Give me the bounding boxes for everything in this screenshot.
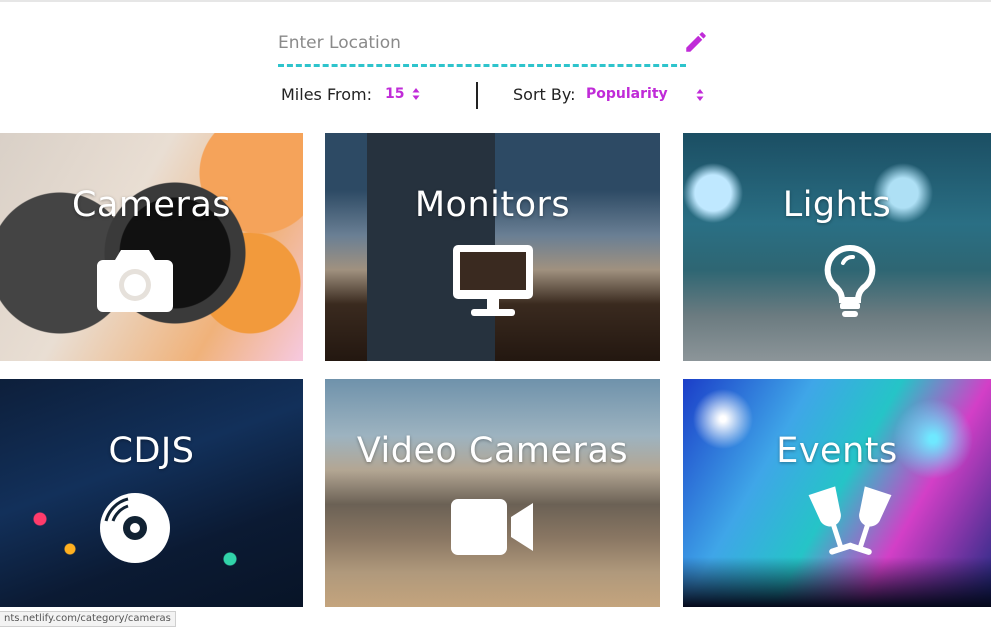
location-field[interactable] [278, 28, 686, 67]
miles-from-select[interactable]: 15 [385, 86, 420, 102]
filter-divider [476, 82, 478, 109]
disc-icon [100, 493, 170, 563]
sort-by-label: Sort By: [513, 85, 576, 104]
video-camera-icon [450, 499, 533, 555]
select-arrows-icon [696, 89, 704, 101]
camera-icon [97, 250, 173, 312]
status-bar-url: nts.netlify.com/category/cameras [0, 611, 176, 627]
pencil-icon[interactable] [683, 29, 709, 55]
category-card-cameras[interactable]: Cameras [0, 133, 303, 361]
category-title: Cameras [71, 185, 232, 225]
top-border [0, 0, 991, 2]
category-card-events[interactable]: Events [683, 379, 991, 607]
category-card-lights[interactable]: Lights [683, 133, 991, 361]
miles-from-value: 15 [385, 86, 405, 102]
category-title: CDJS [108, 431, 195, 471]
select-arrows-icon [412, 88, 420, 100]
category-title: Lights [782, 185, 892, 225]
lightbulb-icon [824, 244, 876, 317]
category-title: Monitors [414, 185, 571, 225]
category-card-cdjs[interactable]: CDJS [0, 379, 303, 607]
miles-from-label: Miles From: [281, 85, 372, 104]
cheers-icon [808, 486, 892, 555]
category-title: Video Cameras [356, 431, 629, 471]
category-title: Events [776, 431, 898, 471]
sort-by-value: Popularity [586, 86, 668, 102]
category-card-monitors[interactable]: Monitors [325, 133, 660, 361]
monitor-icon [452, 245, 533, 316]
category-card-video-cameras[interactable]: Video Cameras [325, 379, 660, 607]
sort-by-select[interactable]: Popularity [586, 86, 706, 102]
location-input[interactable] [278, 28, 678, 58]
